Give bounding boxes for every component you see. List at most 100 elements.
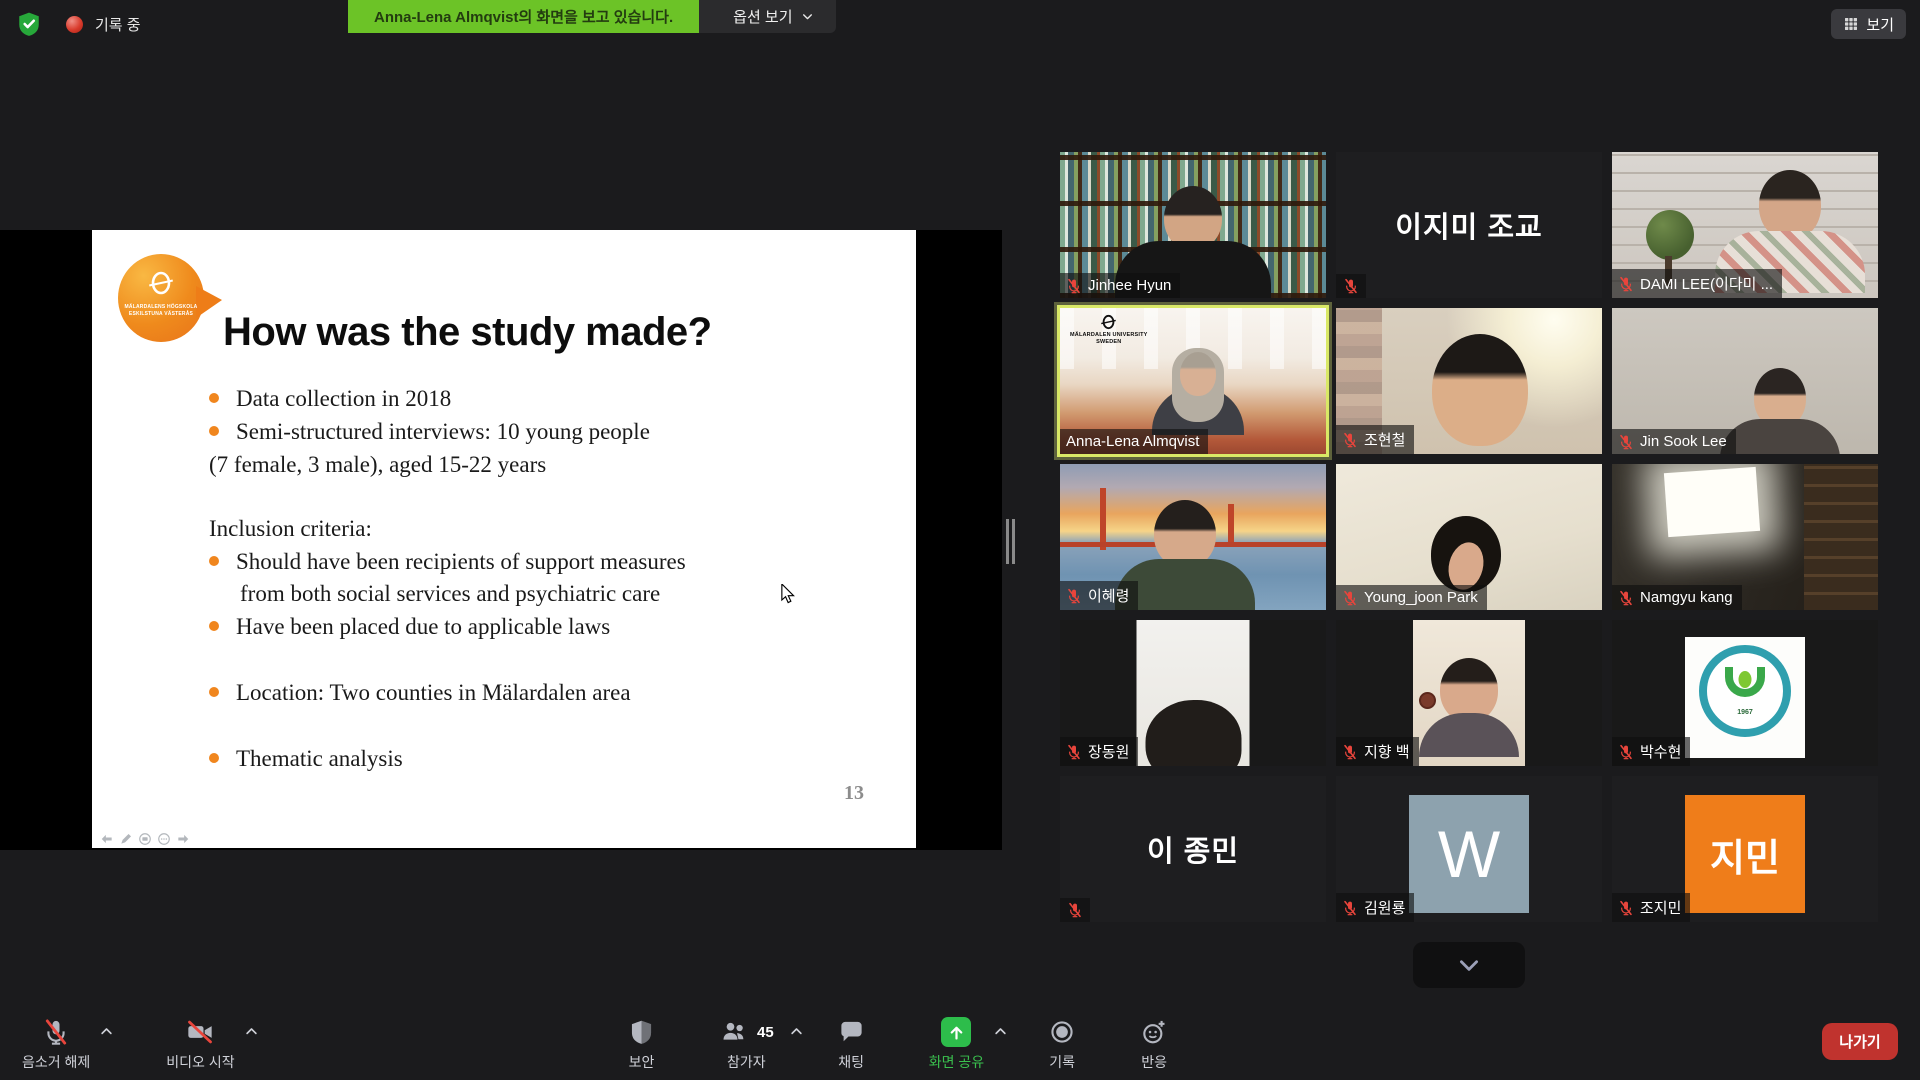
slide-bullet: Location: Two counties in Mälardalen are… xyxy=(209,680,631,706)
participant-tile[interactable]: W 김원룡 xyxy=(1336,776,1602,922)
start-video-button[interactable]: 비디오 시작 xyxy=(166,1010,234,1072)
chevron-up-icon[interactable] xyxy=(993,1024,1008,1039)
participant-name-label: Anna-Lena Almqvist xyxy=(1060,429,1208,454)
collapse-gallery-button[interactable] xyxy=(1413,942,1525,988)
security-button[interactable]: 보안 xyxy=(628,1010,655,1072)
next-slide-icon[interactable] xyxy=(176,832,190,846)
participant-name-label xyxy=(1336,274,1366,298)
participant-tile[interactable]: 이혜령 xyxy=(1060,464,1326,610)
unmute-button[interactable]: 음소거 해제 xyxy=(22,1010,90,1072)
chevron-up-icon[interactable] xyxy=(789,1024,804,1039)
participant-tile[interactable]: 이 종민 xyxy=(1060,776,1326,922)
muted-mic-icon xyxy=(1618,276,1634,292)
muted-mic-icon xyxy=(1618,590,1634,606)
participants-label: 참가자 xyxy=(727,1052,766,1072)
record-button[interactable]: 기록 xyxy=(1048,1010,1076,1072)
record-label: 기록 xyxy=(1049,1052,1075,1072)
participant-tile[interactable]: 지향 백 xyxy=(1336,620,1602,766)
top-bar: 기록 중 Anna-Lena Almqvist의 화면을 보고 있습니다. 옵션… xyxy=(0,0,1920,44)
association-logo-card: 1967 xyxy=(1685,637,1805,758)
pen-tool-icon[interactable] xyxy=(119,832,133,846)
chat-button[interactable]: 채팅 xyxy=(838,1010,865,1072)
mic-muted-icon xyxy=(42,1018,70,1046)
previous-slide-icon[interactable] xyxy=(100,832,114,846)
view-options-button[interactable]: 옵션 보기 xyxy=(699,0,835,33)
grid-view-icon xyxy=(1843,16,1859,32)
reactions-button[interactable]: 반응 xyxy=(1140,1010,1168,1072)
logo-text-line1: MÄLARDALENS HÖGSKOLA xyxy=(118,304,204,310)
participant-tile[interactable]: Young_joon Park xyxy=(1336,464,1602,610)
participant-tile[interactable]: DAMI LEE(이다미 ... xyxy=(1612,152,1878,298)
slide-bullet: Should have been recipients of support m… xyxy=(209,549,686,575)
participant-name-label: DAMI LEE(이다미 ... xyxy=(1612,269,1782,298)
university-watermark: MÄLARDALEN UNIVERSITY SWEDEN xyxy=(1070,314,1148,346)
slide-title: How was the study made? xyxy=(223,310,712,355)
share-screen-button[interactable]: 화면 공유 xyxy=(929,1010,984,1072)
participant-grid: Jinhee Hyun 이지미 조교 DAMI LEE(이다미 ... xyxy=(1060,152,1878,922)
chevron-up-icon[interactable] xyxy=(99,1024,114,1039)
bullet-dot xyxy=(209,687,219,697)
muted-mic-icon xyxy=(1618,744,1634,760)
muted-mic-icon xyxy=(1342,744,1358,760)
record-icon xyxy=(1048,1018,1076,1046)
share-screen-icon xyxy=(941,1017,971,1047)
logo-emblem-icon xyxy=(149,270,173,296)
slide-text: from both social services and psychiatri… xyxy=(240,581,660,607)
portrait-video-strip xyxy=(1137,620,1250,766)
presenter-controls[interactable] xyxy=(100,832,190,846)
participant-name-label: 장동원 xyxy=(1060,737,1138,766)
bridge-tower xyxy=(1100,488,1106,550)
participant-tile[interactable]: Jin Sook Lee xyxy=(1612,308,1878,454)
zoom-meeting-window: 기록 중 Anna-Lena Almqvist의 화면을 보고 있습니다. 옵션… xyxy=(0,0,1920,1080)
bullet-dot xyxy=(209,426,219,436)
security-label: 보안 xyxy=(629,1052,655,1072)
participant-tile[interactable]: 1967 박수현 xyxy=(1612,620,1878,766)
muted-mic-icon xyxy=(1066,588,1082,604)
participant-name-label: 조현철 xyxy=(1336,425,1414,454)
show-slides-icon[interactable] xyxy=(138,832,152,846)
slide-page-number: 13 xyxy=(844,782,864,805)
participant-name-label: 박수현 xyxy=(1612,737,1690,766)
panel-resize-handle[interactable] xyxy=(1006,519,1018,564)
mouse-cursor xyxy=(780,584,798,604)
participant-display-name: 이 종민 xyxy=(1060,776,1326,922)
muted-mic-icon xyxy=(1342,432,1358,448)
participant-tile[interactable]: Namgyu kang xyxy=(1612,464,1878,610)
leave-meeting-button[interactable]: 나가기 xyxy=(1822,1023,1898,1060)
chevron-up-icon[interactable] xyxy=(244,1024,259,1039)
bullet-dot xyxy=(209,556,219,566)
participant-tile[interactable]: 장동원 xyxy=(1060,620,1326,766)
chevron-down-icon xyxy=(801,10,814,23)
participant-tile[interactable]: Jinhee Hyun xyxy=(1060,152,1326,298)
participant-tile[interactable]: 조현철 xyxy=(1336,308,1602,454)
slide-bullet: Thematic analysis xyxy=(209,746,403,772)
person-silhouette xyxy=(1419,658,1519,757)
participant-tile[interactable]: 이지미 조교 xyxy=(1336,152,1602,298)
slide-bullet: Semi-structured interviews: 10 young peo… xyxy=(209,419,650,445)
chat-label: 채팅 xyxy=(838,1052,864,1072)
participant-tile[interactable]: 지민 조지민 xyxy=(1612,776,1878,922)
person-silhouette xyxy=(1152,352,1244,435)
muted-mic-icon xyxy=(1343,278,1359,294)
participant-display-name: 이지미 조교 xyxy=(1336,152,1602,298)
participant-name-label: 지향 백 xyxy=(1336,737,1419,766)
view-options-label: 옵션 보기 xyxy=(733,6,792,27)
association-logo-year: 1967 xyxy=(1737,709,1753,716)
recording-dot-icon xyxy=(66,16,83,33)
participant-tile-active-speaker[interactable]: MÄLARDALEN UNIVERSITY SWEDEN Anna-Lena A… xyxy=(1060,308,1326,454)
reactions-icon xyxy=(1140,1018,1168,1046)
participant-name-label xyxy=(1060,898,1090,922)
participant-name-label: 조지민 xyxy=(1612,893,1690,922)
university-emblem-icon xyxy=(1101,314,1116,330)
participants-button[interactable]: 45 참가자 xyxy=(719,1010,774,1072)
bullet-dot xyxy=(209,393,219,403)
plant-decor xyxy=(1646,210,1694,260)
shared-screen-area: MÄLARDALENS HÖGSKOLA ESKILSTUNA VÄSTERÅS… xyxy=(0,230,1002,850)
slide-heading: Inclusion criteria: xyxy=(209,516,372,542)
more-options-icon[interactable] xyxy=(157,832,171,846)
muted-mic-icon xyxy=(1618,900,1634,916)
security-verified-icon xyxy=(16,10,42,38)
recording-label: 기록 중 xyxy=(95,14,141,35)
gallery-view-button[interactable]: 보기 xyxy=(1831,9,1906,39)
person-silhouette xyxy=(1720,368,1840,454)
